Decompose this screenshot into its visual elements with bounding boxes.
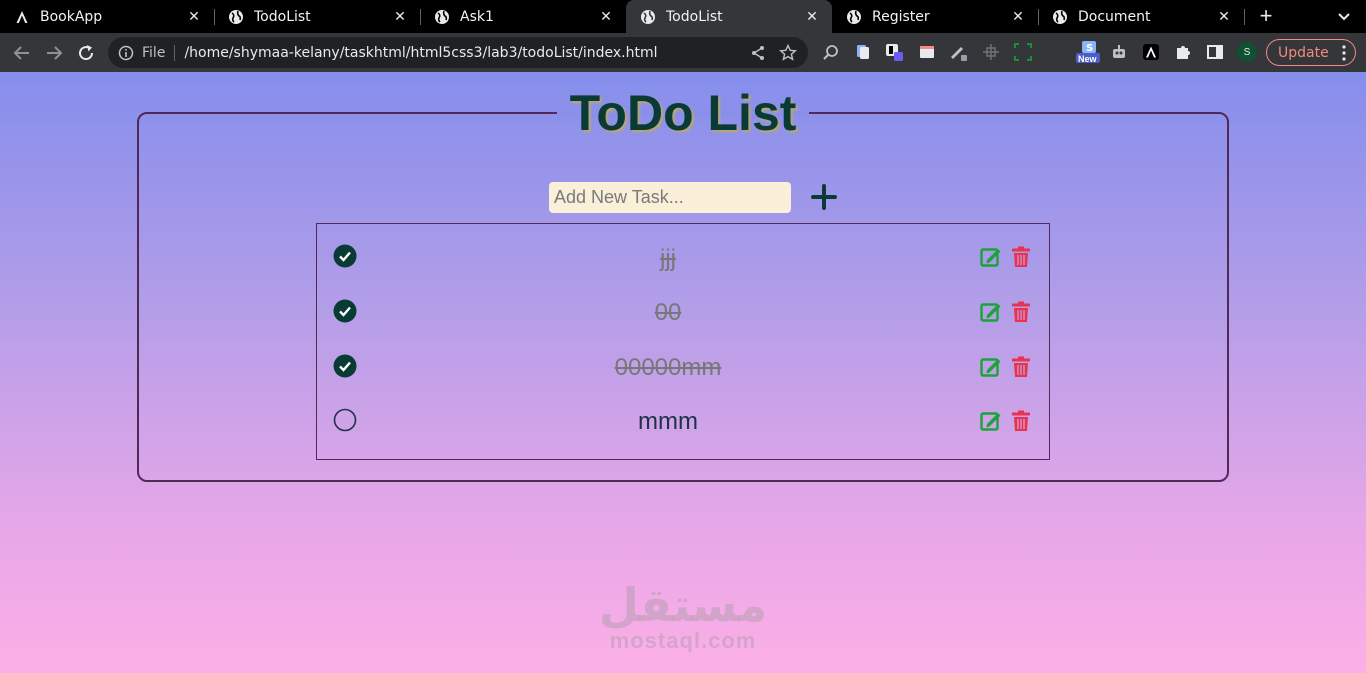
- globe-icon: [640, 9, 656, 25]
- tab-ask1[interactable]: Ask1 ✕: [420, 0, 626, 33]
- new-task-input[interactable]: [549, 182, 791, 213]
- add-task-button[interactable]: [808, 181, 840, 213]
- new-tab-button[interactable]: +: [1254, 4, 1278, 28]
- letter-a-icon: [14, 9, 30, 25]
- side-panel-icon[interactable]: [1205, 42, 1225, 62]
- update-label: Update: [1278, 44, 1329, 61]
- plus-icon: [811, 184, 837, 210]
- close-icon[interactable]: ✕: [1008, 9, 1028, 25]
- share-icon[interactable]: [748, 43, 768, 63]
- checked-circle-icon[interactable]: [333, 299, 357, 323]
- task-text: 00000mm: [614, 354, 722, 381]
- tab-document[interactable]: Document ✕: [1038, 0, 1244, 33]
- globe-icon: [846, 9, 862, 25]
- task-row: 00000mm: [317, 354, 1049, 408]
- tab-title: Document: [1078, 8, 1151, 25]
- chevron-down-icon[interactable]: [1334, 6, 1354, 26]
- trash-icon[interactable]: [1010, 246, 1032, 268]
- update-button[interactable]: Update: [1266, 39, 1356, 66]
- extension-lens-icon[interactable]: [821, 42, 841, 62]
- browser-tab-bar: BookApp ✕ TodoList ✕ Ask1 ✕ TodoList ✕ R…: [0, 0, 1366, 33]
- svg-text:S: S: [1086, 43, 1093, 54]
- extension-crosshair-icon[interactable]: [981, 42, 1001, 62]
- letter-a-icon[interactable]: [1141, 42, 1161, 62]
- globe-icon: [228, 9, 244, 25]
- url-text[interactable]: /home/shymaa-kelany/taskhtml/html5css3/l…: [184, 45, 748, 61]
- tab-title: TodoList: [254, 8, 311, 25]
- globe-icon: [1052, 9, 1068, 25]
- watermark: مستقل mostaql.com: [598, 580, 768, 652]
- task-row: 00: [317, 299, 1049, 353]
- extension-new-icon[interactable]: S New: [1076, 41, 1100, 64]
- bookmark-star-icon[interactable]: [778, 43, 798, 63]
- trash-icon[interactable]: [1010, 410, 1032, 432]
- watermark-latin: mostaql.com: [609, 628, 757, 653]
- extensions-puzzle-icon[interactable]: [1173, 42, 1193, 62]
- checked-circle-icon[interactable]: [333, 354, 357, 378]
- extension-copy-icon[interactable]: [853, 42, 873, 62]
- close-icon[interactable]: ✕: [596, 9, 616, 25]
- checked-circle-icon[interactable]: [333, 244, 357, 268]
- close-icon[interactable]: ✕: [390, 9, 410, 25]
- tab-title: BookApp: [40, 8, 103, 25]
- edit-icon[interactable]: [980, 356, 1002, 378]
- profile-avatar[interactable]: S: [1237, 42, 1257, 62]
- url-scheme: File: [142, 44, 166, 61]
- extension-robot-icon[interactable]: [1109, 42, 1129, 62]
- edit-icon[interactable]: [980, 410, 1002, 432]
- task-row: mmm: [317, 408, 1049, 462]
- tab-title: Ask1: [460, 8, 494, 25]
- tab-title: TodoList: [666, 8, 723, 25]
- close-icon[interactable]: ✕: [184, 9, 204, 25]
- extension-screenshot-icon[interactable]: [1013, 42, 1033, 62]
- watermark-arabic: مستقل: [598, 578, 768, 632]
- forward-arrow-icon[interactable]: [42, 41, 66, 65]
- new-badge: New: [1078, 54, 1097, 64]
- todo-page: ToDo List jjj 00: [0, 72, 1366, 673]
- close-icon[interactable]: ✕: [1214, 9, 1234, 25]
- task-text: 00: [654, 299, 682, 326]
- task-list: jjj 00 00000mm mmm: [316, 223, 1050, 460]
- task-text: jjj: [660, 245, 676, 272]
- extension-pen-icon[interactable]: [949, 42, 969, 62]
- tab-bookapp[interactable]: BookApp ✕: [0, 0, 214, 33]
- extension-window-icon[interactable]: [917, 42, 937, 62]
- tab-todolist-active[interactable]: TodoList ✕: [626, 0, 832, 33]
- address-bar[interactable]: File /home/shymaa-kelany/taskhtml/html5c…: [108, 37, 808, 68]
- page-title: ToDo List: [569, 85, 797, 141]
- globe-icon: [434, 9, 450, 25]
- task-row: jjj: [317, 244, 1049, 298]
- close-icon[interactable]: ✕: [802, 9, 822, 25]
- back-arrow-icon[interactable]: [10, 41, 34, 65]
- trash-icon[interactable]: [1010, 356, 1032, 378]
- tab-register[interactable]: Register ✕: [832, 0, 1038, 33]
- trash-icon[interactable]: [1010, 301, 1032, 323]
- task-text: mmm: [638, 408, 698, 435]
- edit-icon[interactable]: [980, 246, 1002, 268]
- extension-ublock-icon[interactable]: [885, 42, 905, 62]
- browser-toolbar: File /home/shymaa-kelany/taskhtml/html5c…: [0, 33, 1366, 72]
- tab-title: Register: [872, 8, 930, 25]
- tab-todolist[interactable]: TodoList ✕: [214, 0, 420, 33]
- info-icon[interactable]: [118, 45, 134, 61]
- reload-icon[interactable]: [74, 41, 98, 65]
- unchecked-circle-icon[interactable]: [333, 408, 357, 432]
- more-menu-icon[interactable]: [1342, 45, 1346, 65]
- edit-icon[interactable]: [980, 301, 1002, 323]
